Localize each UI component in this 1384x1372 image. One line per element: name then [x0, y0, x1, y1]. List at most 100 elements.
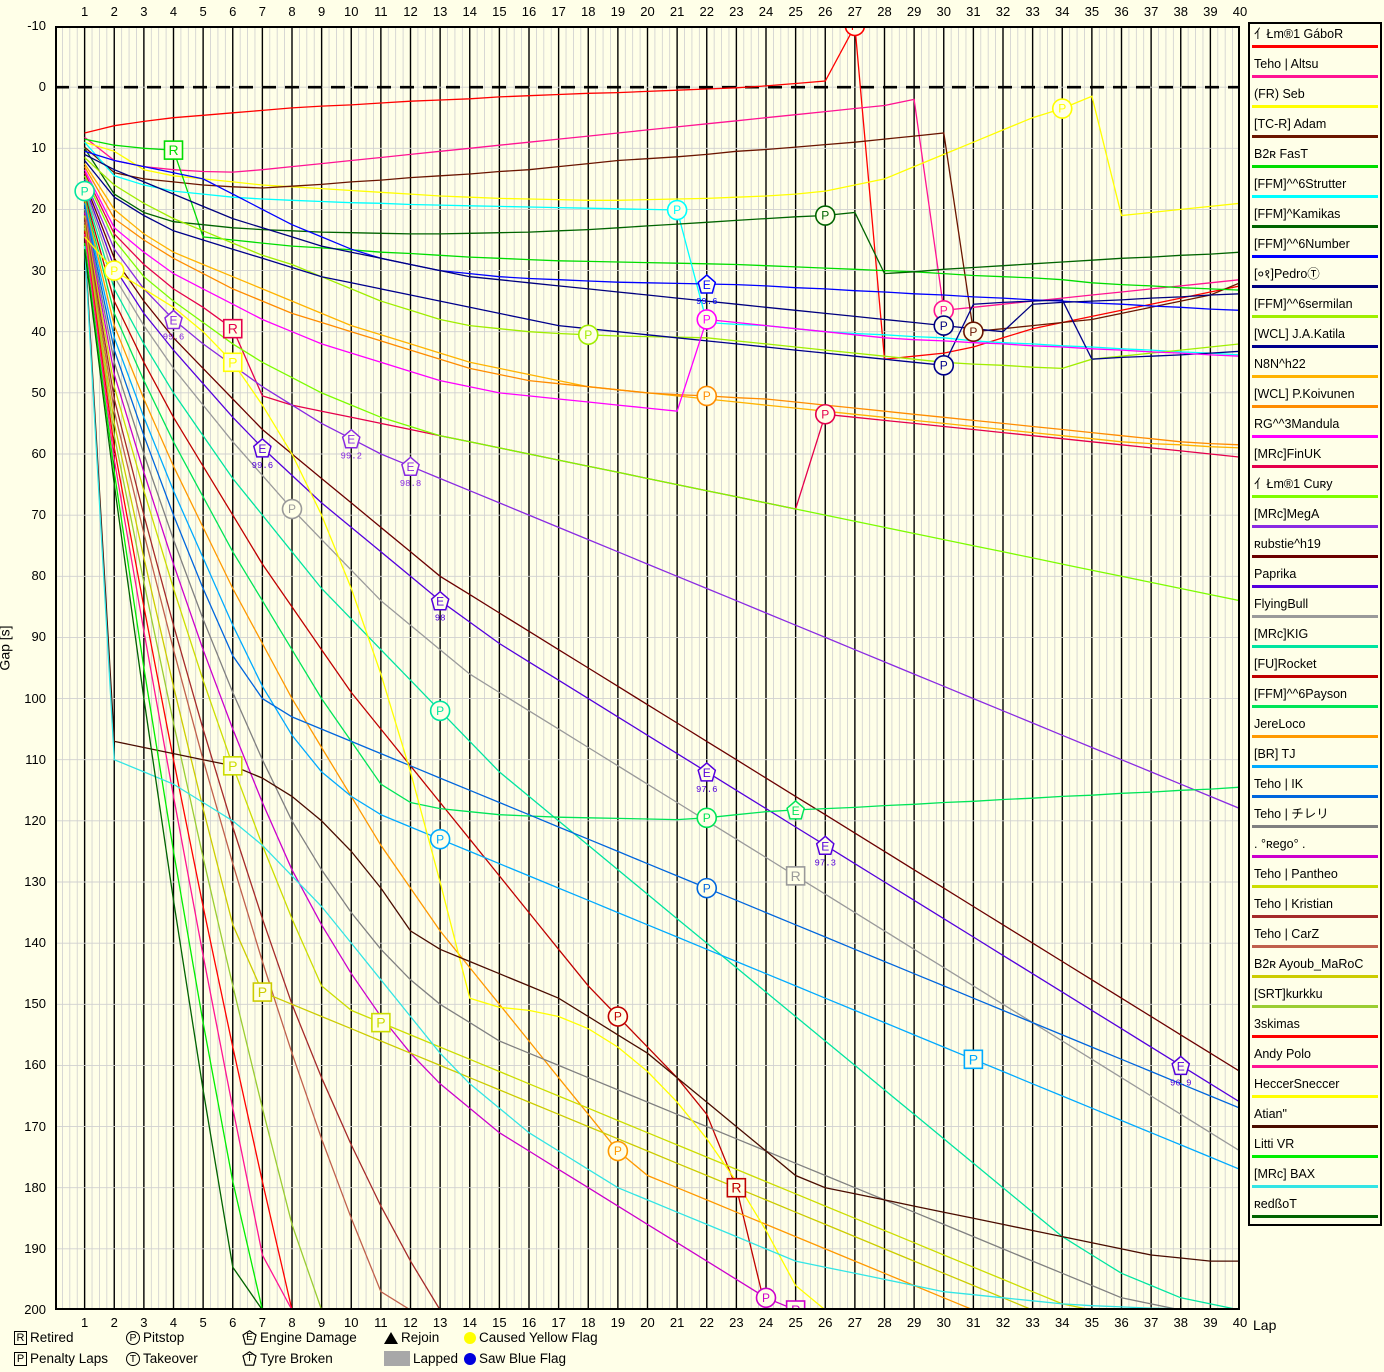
x-tick-bottom-32: 32: [995, 1315, 1011, 1330]
svg-text:E: E: [792, 804, 800, 818]
key-item-label: Takeover: [143, 1351, 198, 1366]
legend-item[interactable]: [FFM]^Kamikas: [1250, 204, 1380, 234]
x-tick-top-2: 2: [110, 4, 118, 19]
x-tick-top-32: 32: [995, 4, 1011, 19]
key-item-label: Rejoin: [401, 1330, 440, 1345]
legend-color-swatch: [1252, 495, 1378, 498]
key-item-label: Tyre Broken: [260, 1351, 333, 1366]
legend-color-swatch: [1252, 795, 1378, 798]
legend-color-swatch: [1252, 1005, 1378, 1008]
key-item-label: Engine Damage: [260, 1330, 357, 1345]
legend-item[interactable]: Paprika: [1250, 564, 1380, 594]
x-tick-bottom-12: 12: [403, 1315, 418, 1330]
x-tick-top-26: 26: [818, 4, 833, 19]
legend-color-swatch: [1252, 765, 1378, 768]
key-item-label: Saw Blue Flag: [479, 1351, 567, 1366]
driver-legend: 亻Łm®1 GáboR Teho | Altsu (FR) Seb [TC-R] Ad…: [1248, 22, 1382, 1226]
legend-item[interactable]: 亻Łm®1 GáboR: [1250, 24, 1380, 54]
x-tick-top-18: 18: [581, 4, 596, 19]
legend-item[interactable]: HeccerSneccer: [1250, 1074, 1380, 1104]
legend-item[interactable]: [FFM]^^6Number: [1250, 234, 1380, 264]
legend-item[interactable]: [MRc]MegA: [1250, 504, 1380, 534]
legend-item[interactable]: Teho | Pantheo: [1250, 864, 1380, 894]
legend-item[interactable]: ʀubstie^h19: [1250, 534, 1380, 564]
x-tick-top-3: 3: [140, 4, 148, 19]
x-tick-bottom-9: 9: [318, 1315, 326, 1330]
legend-item[interactable]: Litti VR: [1250, 1134, 1380, 1164]
legend-item[interactable]: [SRT]kurkku: [1250, 984, 1380, 1014]
legend-item-label: 3skimas: [1254, 1017, 1300, 1031]
legend-item[interactable]: [MRc]KIG: [1250, 624, 1380, 654]
y-tick--10: -10: [27, 18, 46, 33]
legend-item[interactable]: [WCL] P.Koivunen: [1250, 384, 1380, 414]
y-tick-40: 40: [31, 323, 46, 339]
key-item: P Penalty Laps: [14, 1351, 108, 1366]
svg-text:R: R: [791, 868, 801, 884]
legend-color-swatch: [1252, 1065, 1378, 1068]
legend-item[interactable]: Teho | CarZ: [1250, 924, 1380, 954]
legend-color-swatch: [1252, 465, 1378, 468]
x-tick-bottom-27: 27: [847, 1315, 863, 1330]
legend-item[interactable]: . °ʀego° .: [1250, 834, 1380, 864]
legend-item[interactable]: [TC-R] Adam: [1250, 114, 1380, 144]
legend-item[interactable]: [FFM]^^6sermilan: [1250, 294, 1380, 324]
legend-item[interactable]: Andy Polo: [1250, 1044, 1380, 1074]
y-tick-60: 60: [31, 446, 46, 461]
legend-item[interactable]: B2ʀ FasT: [1250, 144, 1380, 174]
legend-item[interactable]: RG^^3Mandula: [1250, 414, 1380, 444]
x-tick-bottom-31: 31: [966, 1315, 981, 1330]
legend-item-label: [TC-R] Adam: [1254, 117, 1327, 131]
legend-item[interactable]: [FFM]^^6Payson: [1250, 684, 1380, 714]
legend-item-label: JereLoco: [1254, 717, 1306, 731]
legend-item-label: [FFM]^Kamikas: [1254, 207, 1341, 221]
legend-item[interactable]: ʀedßoT: [1250, 1194, 1380, 1224]
legend-item[interactable]: Atian": [1250, 1104, 1380, 1134]
legend-color-swatch: [1252, 345, 1378, 348]
legend-color-swatch: [1252, 555, 1378, 558]
legend-item[interactable]: N8N^h22: [1250, 354, 1380, 384]
legend-color-swatch: [1252, 285, 1378, 288]
y-tick-140: 140: [24, 935, 46, 951]
legend-item[interactable]: (FR) Seb: [1250, 84, 1380, 114]
legend-item[interactable]: [FFM]^^6Strutter: [1250, 174, 1380, 204]
legend-item[interactable]: FlyingBull: [1250, 594, 1380, 624]
legend-item[interactable]: [०१]PedroⓉ: [1250, 264, 1380, 294]
legend-item[interactable]: 3skimas: [1250, 1014, 1380, 1044]
legend-color-swatch: [1252, 885, 1378, 888]
legend-item[interactable]: B2ʀ Ayoub_MaRoC: [1250, 954, 1380, 984]
engine-damage-value: 98: [435, 614, 446, 624]
x-tick-bottom-14: 14: [462, 1315, 477, 1330]
legend-item[interactable]: Teho | Altsu: [1250, 54, 1380, 84]
legend-item[interactable]: [MRc] BAX: [1250, 1164, 1380, 1194]
legend-item[interactable]: Teho | IK: [1250, 774, 1380, 804]
svg-text:P: P: [821, 407, 829, 421]
x-tick-bottom-36: 36: [1114, 1315, 1129, 1330]
legend-item[interactable]: Teho | チレリ: [1250, 804, 1380, 834]
legend-item[interactable]: [MRc]FinUK: [1250, 444, 1380, 474]
key-item: T Tyre Broken: [242, 1351, 333, 1366]
legend-item-label: HeccerSneccer: [1254, 1077, 1340, 1091]
x-tick-bottom-21: 21: [669, 1315, 685, 1330]
legend-item[interactable]: JereLoco: [1250, 714, 1380, 744]
svg-text:P: P: [288, 502, 296, 516]
key-item-label: Pitstop: [143, 1330, 185, 1345]
svg-text:E: E: [703, 766, 711, 780]
key-retired-icon: R: [14, 1330, 27, 1345]
engine-damage-value: 98.8: [400, 479, 422, 489]
legend-color-swatch: [1252, 195, 1378, 198]
legend-item[interactable]: [FU]Rocket: [1250, 654, 1380, 684]
y-tick-20: 20: [31, 201, 46, 217]
legend-item[interactable]: [BR] TJ: [1250, 744, 1380, 774]
x-tick-bottom-7: 7: [258, 1315, 266, 1330]
legend-item-label: [MRc] BAX: [1254, 1167, 1316, 1181]
svg-text:R: R: [168, 142, 178, 158]
legend-item[interactable]: Teho | Kristian: [1250, 894, 1380, 924]
legend-item[interactable]: [WCL] J.A.Katila: [1250, 324, 1380, 354]
y-tick-30: 30: [31, 262, 46, 278]
key-item-label: Penalty Laps: [30, 1351, 109, 1366]
key-tyre-broken-icon: T: [242, 1351, 257, 1366]
legend-item[interactable]: 亻Łm®1 Cuʀy: [1250, 474, 1380, 504]
key-item: R Retired: [14, 1330, 74, 1345]
engine-damage-value: 97.6: [696, 785, 718, 795]
x-tick-top-39: 39: [1203, 4, 1218, 19]
